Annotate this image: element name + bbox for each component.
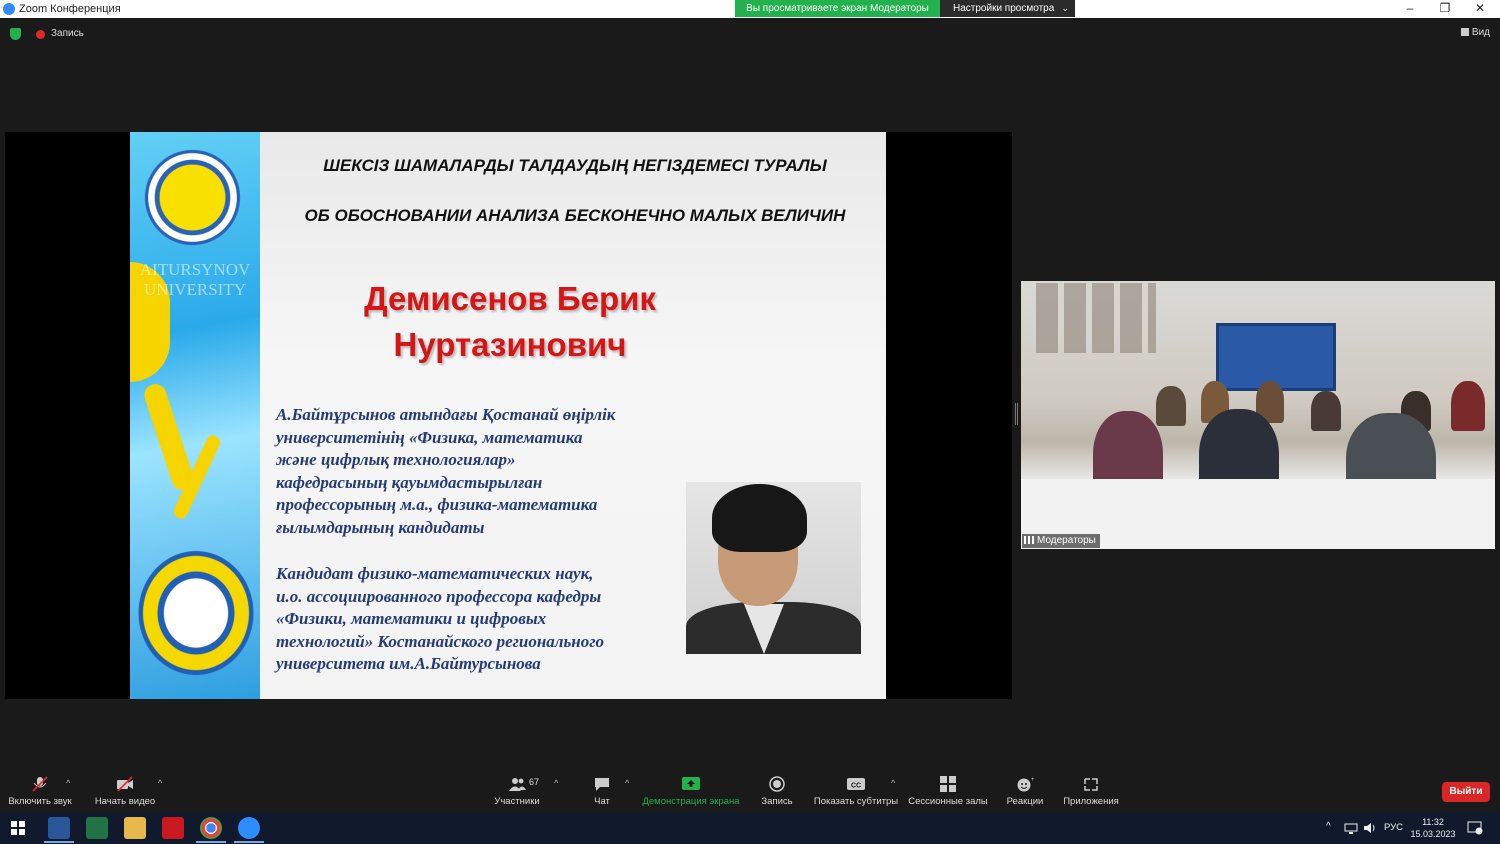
apps-label: Приложения [1063,796,1119,807]
zoom-logo-icon [3,3,15,15]
tray-chevron-up-icon[interactable]: ^ [1326,821,1331,832]
record-icon [769,776,785,792]
chrome-app-icon[interactable] [200,817,222,839]
taskbar-clock[interactable]: 11:32 15.03.2023 [1403,816,1463,840]
recording-label: Запись [51,28,84,39]
word-app-icon[interactable] [48,817,70,839]
clock-time: 11:32 [1422,817,1444,827]
word-active-indicator [44,841,74,843]
author-portrait [686,482,861,654]
meeting-area: Запись Вид AITURSYNOV UNIVERSITY ШЕКСІЗ … [0,18,1500,768]
chat-icon [595,778,609,791]
audio-options-caret-icon[interactable]: ^ [66,778,70,788]
participants-caret-icon[interactable]: ^ [554,778,558,788]
participant-name: Модераторы [1037,535,1096,546]
share-screen-icon [682,777,700,790]
view-button-label: Вид [1471,27,1490,38]
share-screen-label: Демонстрация экрана [642,796,740,807]
captions-caret-icon[interactable]: ^ [891,778,895,788]
recording-dot-icon [36,30,45,39]
close-button[interactable]: ✕ [1463,0,1497,17]
reactions-button[interactable]: + Реакции [1002,768,1048,812]
wall-board [1216,323,1336,391]
svg-text:+: + [1031,777,1034,783]
excel-app-icon[interactable] [86,817,108,839]
author-description-kazakh: А.Байтұрсынов атындағы Қостанай өңірлік … [276,405,616,537]
windows-start-icon[interactable] [11,821,25,835]
chevron-down-icon: ⌄ [1061,3,1069,13]
camera-off-icon [117,776,133,792]
band-university-text: AITURSYNOV UNIVERSITY [139,260,251,299]
window-title: Zoom Конференция [19,3,121,15]
panel-resize-handle[interactable] [1015,403,1018,425]
apps-button[interactable]: Приложения [1060,768,1122,812]
view-settings-dropdown[interactable]: Настройки просмотра ⌄ [940,0,1075,17]
chrome-active-indicator [196,841,226,843]
chat-label: Чат [594,796,610,807]
participants-count: 67 [529,777,540,787]
leave-button[interactable]: Выйти [1442,782,1490,802]
notifications-icon[interactable] [1467,821,1483,835]
minimize-button[interactable]: – [1393,0,1427,17]
reactions-smiley-icon: + [1017,777,1034,792]
view-settings-label: Настройки просмотра [953,3,1055,14]
breakout-rooms-label: Сессионные залы [908,796,988,807]
participants-button[interactable]: Участники [490,768,544,812]
signal-bars-icon [1024,536,1034,544]
start-video-button[interactable]: Начать видео [92,768,158,812]
clock-date: 15.03.2023 [1410,829,1456,839]
microphone-muted-icon [32,776,48,792]
participant-video-tile[interactable]: Модераторы [1021,281,1495,549]
unmute-label: Включить звук [8,796,72,807]
captions-button[interactable]: CC Показать субтитры [812,768,900,812]
wall-photos [1036,283,1156,353]
slide-title-kazakh: ШЕКСІЗ ШАМАЛАРДЫ ТАЛДАУДЫҢ НЕГІЗДЕМЕСІ Т… [323,156,827,175]
author-name: Демисенов Берик Нуртазинович [260,276,760,368]
restore-button[interactable]: ❐ [1428,0,1462,17]
zoom-app-icon[interactable] [238,817,260,839]
breakout-rooms-icon [940,776,956,792]
network-icon[interactable] [1344,823,1358,834]
reactions-label: Реакции [1006,796,1044,807]
slide-decor-band: AITURSYNOV UNIVERSITY [130,132,260,699]
input-language[interactable]: РУС [1384,822,1403,833]
record-button[interactable]: Запись [757,768,797,812]
windows-taskbar: ^ РУС 11:32 15.03.2023 [0,812,1500,844]
author-name-line2: Нуртазинович [393,326,627,363]
participant-name-tag: Модераторы [1022,534,1100,548]
share-screen-button[interactable]: Демонстрация экрана [640,768,742,812]
title-bar: Zoom Конференция Вы просматриваете экран… [0,0,1500,18]
university-emblem-icon [135,140,250,255]
participants-icon [509,778,526,791]
author-name-line1: Демисенов Берик [364,280,656,317]
security-shield-icon[interactable] [10,28,21,40]
record-label: Запись [761,796,793,807]
screen-share-banner: Вы просматриваете экран Модераторы [735,0,940,17]
view-icon [1460,28,1469,36]
unmute-button[interactable]: Включить звук [5,768,75,812]
view-button[interactable]: Вид [1460,27,1490,38]
captions-label: Показать субтитры [813,796,899,807]
start-video-label: Начать видео [94,796,156,807]
file-explorer-icon[interactable] [124,817,146,839]
captions-cc-icon: CC [847,778,865,790]
institute-emblem-icon [132,544,260,682]
shared-screen: AITURSYNOV UNIVERSITY ШЕКСІЗ ШАМАЛАРДЫ Т… [5,132,1012,699]
volume-icon[interactable] [1363,822,1377,834]
chat-caret-icon[interactable]: ^ [625,778,629,788]
acrobat-app-icon[interactable] [162,817,184,839]
chat-button[interactable]: Чат [585,768,619,812]
zoom-active-indicator [234,841,264,843]
author-description-russian: Кандидат физико-математических наук, и.о… [276,564,604,674]
presentation-slide: AITURSYNOV UNIVERSITY ШЕКСІЗ ШАМАЛАРДЫ Т… [130,132,886,699]
video-options-caret-icon[interactable]: ^ [158,778,162,788]
slide-title-russian: ОБ ОБОСНОВАНИИ АНАЛИЗА БЕСКОНЕЧНО МАЛЫХ … [304,206,846,225]
svg-text:CC: CC [851,783,861,790]
meeting-toolbar: Включить звук ^ Начать видео ^ Участники… [0,768,1500,812]
breakout-rooms-button[interactable]: Сессионные залы [907,768,989,812]
participants-label: Участники [494,796,540,807]
apps-icon [1084,778,1098,791]
